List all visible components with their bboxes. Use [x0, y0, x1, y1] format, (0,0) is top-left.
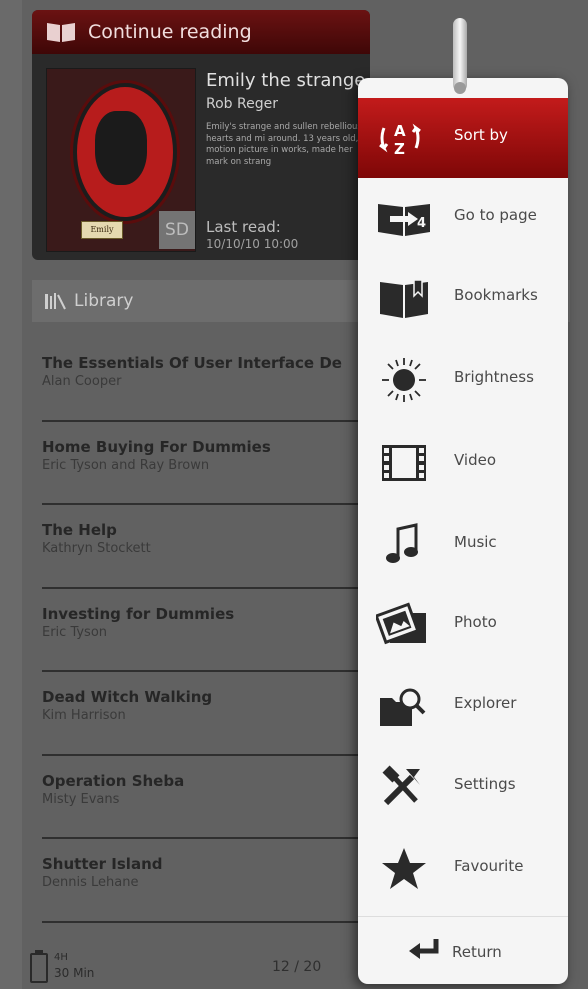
list-item[interactable]: Home Buying For Dummies Eric Tyson and R… — [42, 422, 362, 505]
screen: Continue reading Emily SD Emily the stra… — [0, 0, 588, 989]
book-author: Kathryn Stockett — [42, 541, 151, 556]
continue-reading-header: Continue reading — [32, 10, 370, 54]
last-read-value: 10/10/10 10:00 — [206, 237, 299, 251]
current-book-title[interactable]: Emily the strange — [206, 70, 365, 91]
svg-text:4: 4 — [417, 216, 426, 231]
favourite-icon — [382, 848, 426, 889]
current-book-author: Rob Reger — [206, 96, 278, 112]
list-item[interactable]: The Help Kathryn Stockett — [42, 505, 362, 589]
open-book-icon — [47, 23, 75, 42]
menu-item-settings[interactable]: Settings — [358, 747, 568, 827]
bookmarks-icon — [380, 279, 428, 318]
list-item[interactable]: Operation Sheba Misty Evans — [42, 756, 362, 839]
menu-item-favourite[interactable]: Favourite — [358, 829, 568, 909]
battery-minutes: 30 Min — [54, 966, 95, 980]
menu-item-label: Photo — [454, 613, 497, 631]
menu-item-sort-by[interactable]: A Z Sort by — [358, 98, 568, 178]
menu-item-explorer[interactable]: Explorer — [358, 666, 568, 746]
continue-reading-title: Continue reading — [88, 21, 252, 43]
library-title: Library — [74, 291, 134, 311]
current-book-description: Emily's strange and sullen rebellious he… — [206, 122, 370, 167]
book-title: The Essentials Of User Interface De — [42, 354, 342, 372]
settings-icon — [382, 765, 420, 806]
list-item[interactable]: Dead Witch Walking Kim Harrison — [42, 672, 362, 756]
menu-item-video[interactable]: Video — [358, 423, 568, 503]
menu-item-label: Video — [454, 451, 497, 469]
photo-icon — [376, 602, 426, 645]
cover-label: Emily — [81, 221, 123, 239]
menu-item-bookmarks[interactable]: Bookmarks — [358, 258, 568, 338]
book-author: Kim Harrison — [42, 708, 126, 723]
book-author: Misty Evans — [42, 791, 120, 807]
sd-badge: SD — [159, 211, 195, 249]
music-icon — [386, 523, 418, 563]
library-icon — [45, 293, 66, 310]
side-menu: A Z Sort by 4 Go to page Bookmarks Brigh… — [358, 78, 568, 984]
book-author: Eric Tyson — [42, 624, 108, 640]
video-icon — [382, 445, 426, 481]
return-label: Return — [452, 943, 502, 961]
book-list: The Essentials Of User Interface De Alan… — [42, 338, 362, 923]
svg-text:A: A — [394, 122, 406, 140]
battery-icon — [30, 950, 48, 983]
menu-item-label: Music — [454, 533, 497, 551]
frame-edge — [0, 0, 22, 989]
cover-figure — [95, 111, 147, 185]
go-to-page-icon: 4 — [378, 204, 430, 236]
list-item[interactable]: Investing for Dummies Eric Tyson — [42, 589, 362, 672]
menu-item-go-to-page[interactable]: 4 Go to page — [358, 178, 568, 258]
battery-hours: 4H — [54, 952, 68, 963]
book-title: Investing for Dummies — [42, 604, 235, 623]
book-author: Eric Tyson and Ray Brown — [42, 457, 210, 473]
book-cover[interactable]: Emily SD — [46, 68, 196, 252]
brightness-icon — [382, 358, 426, 402]
continue-reading-panel[interactable]: Continue reading Emily SD Emily the stra… — [32, 10, 370, 260]
return-arrow-icon — [409, 939, 439, 959]
book-title: Dead Witch Walking — [42, 688, 213, 706]
list-item[interactable]: The Essentials Of User Interface De Alan… — [42, 338, 362, 422]
book-title: Operation Sheba — [42, 771, 185, 790]
book-title: Shutter Island — [42, 855, 163, 873]
menu-item-label: Brightness — [454, 368, 534, 386]
menu-item-photo[interactable]: Photo — [358, 585, 568, 665]
menu-item-brightness[interactable]: Brightness — [358, 340, 568, 420]
explorer-icon — [380, 688, 426, 726]
book-title: The Help — [42, 521, 117, 539]
return-button[interactable]: Return — [358, 916, 568, 984]
menu-item-label: Bookmarks — [454, 286, 538, 304]
page-indicator: 12 / 20 — [272, 959, 322, 975]
menu-item-label: Explorer — [454, 694, 517, 712]
menu-drag-handle[interactable] — [453, 18, 467, 94]
sort-az-icon: A Z — [379, 122, 421, 158]
menu-item-label: Favourite — [454, 857, 524, 875]
menu-item-label: Settings — [454, 775, 516, 793]
menu-item-music[interactable]: Music — [358, 505, 568, 585]
book-author: Alan Cooper — [42, 374, 122, 389]
menu-item-label: Go to page — [454, 206, 537, 224]
book-title: Home Buying For Dummies — [42, 437, 271, 456]
book-author: Dennis Lehane — [42, 875, 139, 890]
svg-text:Z: Z — [394, 140, 405, 158]
menu-item-label: Sort by — [454, 126, 508, 144]
list-item[interactable]: Shutter Island Dennis Lehane — [42, 839, 362, 923]
last-read-label: Last read: — [206, 218, 281, 236]
